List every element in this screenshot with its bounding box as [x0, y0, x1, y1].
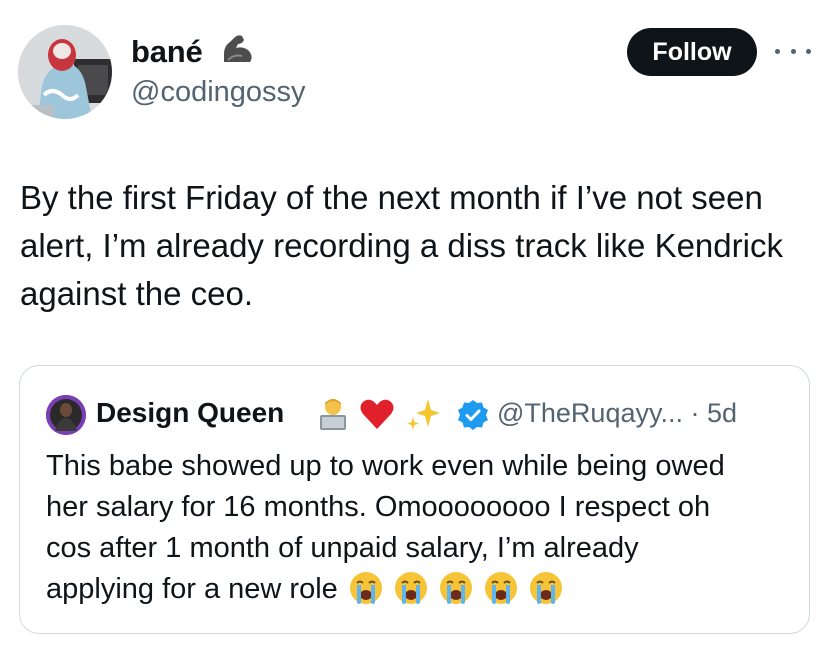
verified-badge-icon — [458, 400, 488, 430]
quoted-author-name[interactable]: Design Queen — [96, 397, 284, 429]
crying-face-icon — [438, 570, 474, 606]
crying-face-icon — [528, 570, 564, 606]
more-icon[interactable] — [775, 40, 811, 62]
sparkles-icon — [404, 395, 442, 433]
red-heart-icon — [358, 395, 396, 433]
technologist-icon — [314, 395, 352, 433]
author-display-name[interactable]: bané — [131, 34, 203, 70]
crying-emoji-row — [348, 570, 564, 606]
author-handle[interactable]: @codingossy — [131, 76, 306, 109]
crying-face-icon — [348, 570, 384, 606]
flexed-biceps-icon — [224, 35, 252, 62]
quoted-author-avatar[interactable] — [46, 395, 86, 435]
more-dot — [790, 48, 796, 54]
crying-face-icon — [393, 570, 429, 606]
crying-face-icon — [483, 570, 519, 606]
quoted-tweet-text: This babe showed up to work even while b… — [46, 446, 746, 610]
follow-button[interactable]: Follow — [627, 28, 757, 76]
author-avatar[interactable] — [18, 25, 112, 119]
quoted-handle-and-time[interactable]: @TheRuqayy... · 5d — [497, 398, 737, 429]
quoted-tweet-card[interactable]: Design Queen @TheRuqayy... · 5d This bab… — [19, 365, 810, 634]
more-dot — [775, 48, 780, 54]
tweet-text: By the first Friday of the next month if… — [20, 179, 783, 312]
more-dot — [806, 48, 811, 54]
